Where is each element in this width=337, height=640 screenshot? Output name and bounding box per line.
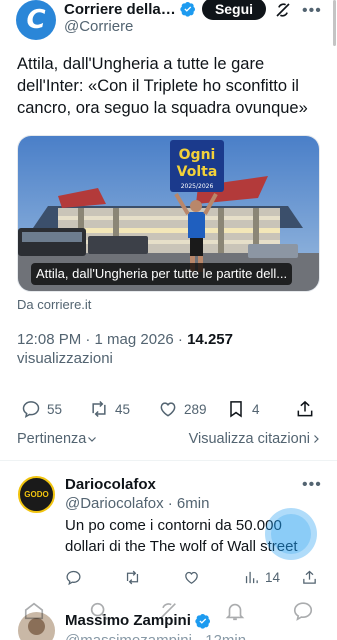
repost-icon [92,400,106,418]
author-handle[interactable]: @Corriere [64,18,133,35]
like-button[interactable]: 289 [158,398,207,420]
grok-icon[interactable] [274,1,292,19]
banner-line2: Volta [177,164,218,180]
follow-button[interactable]: Segui [202,0,266,20]
relevance-label: Pertinenza [17,431,87,447]
like-count: 289 [184,401,207,417]
banner-line1: Ogni [179,147,216,163]
avatar-letter: C [26,5,46,35]
link-source[interactable]: Da corriere.it [17,297,91,312]
repost-count: 45 [115,401,131,417]
like-icon [185,571,198,584]
banner-year: 2025/2026 [181,183,214,190]
reply-author-name[interactable]: Dariocolafox [65,476,156,493]
reply-reply-button[interactable] [65,566,87,588]
reply-more-icon[interactable]: ••• [302,476,322,494]
more-icon[interactable]: ••• [302,2,322,20]
post-meta: 12:08 PM · 1 mag 2026 · 14.257 [17,330,317,350]
like-icon [160,402,176,417]
author-name-row[interactable]: Corriere della… [64,0,196,18]
reply-like-button[interactable] [183,566,205,588]
post-links-row: Pertinenza Visualizza citazioni [17,431,322,451]
chevron-down-icon [88,437,97,442]
view-quotes-label: Visualizza citazioni [188,431,310,447]
reply-button[interactable]: 55 [21,398,62,420]
share-icon [297,400,313,417]
bookmark-count: 4 [252,401,260,417]
reply-share-button[interactable] [301,566,323,588]
post-actions: 55 45 289 4 [0,398,337,420]
home-icon[interactable] [23,600,45,622]
reply-icon [22,401,40,418]
share-button[interactable] [295,398,321,420]
view-quotes-link[interactable]: Visualizza citazioni [189,431,322,447]
post-timestamp[interactable]: 12:08 PM · 1 mag 2026 · [17,331,187,348]
compose-reply-fab[interactable] [265,508,317,560]
reply-avatar-text: GODO [24,489,49,499]
relevance-dropdown[interactable]: Pertinenza [17,431,98,447]
author-avatar[interactable]: C [16,0,56,40]
post-header: C Corriere della… @Corriere Segui ••• [0,0,337,46]
reply-repost-button[interactable] [124,566,146,588]
views-count: 14.257 [187,331,233,348]
divider [0,460,337,461]
chevron-right-icon [314,435,319,443]
reply-views-button[interactable]: 14 [243,566,280,588]
share-icon [303,570,316,584]
author-name[interactable]: Corriere della… [64,1,176,18]
scrollbar[interactable] [333,0,336,46]
search-icon[interactable] [88,600,110,622]
views-icon [245,571,258,583]
verified-badge-icon [180,2,195,17]
bookmark-button[interactable]: 4 [226,398,260,420]
reply-views-count: 14 [265,569,281,585]
reply-count: 55 [47,401,63,417]
reply-author-handle[interactable]: @Dariocolafox · 6min [65,495,209,512]
messages-icon[interactable] [292,600,314,622]
grok-nav-icon[interactable] [157,600,179,622]
reply-actions: 14 [0,566,337,586]
post-text: Attila, dall'Ungheria a tutte le gare de… [17,55,308,117]
link-card-caption[interactable]: Attila, dall'Ungheria per tutte le parti… [31,263,293,285]
reply-author-handle[interactable]: @massimozampini · 12min [65,632,246,640]
notifications-icon[interactable] [224,600,246,622]
repost-button[interactable]: 45 [89,398,130,420]
reply-icon [66,570,81,585]
repost-icon [126,570,139,584]
reply-avatar[interactable]: GODO [18,476,55,513]
views-label: visualizzazioni [17,350,113,367]
bottom-nav [0,598,337,628]
bookmark-icon [230,401,242,418]
link-card-image[interactable]: Ogni Volta 2025/2026 Attila, dall'Ungher… [17,135,320,292]
